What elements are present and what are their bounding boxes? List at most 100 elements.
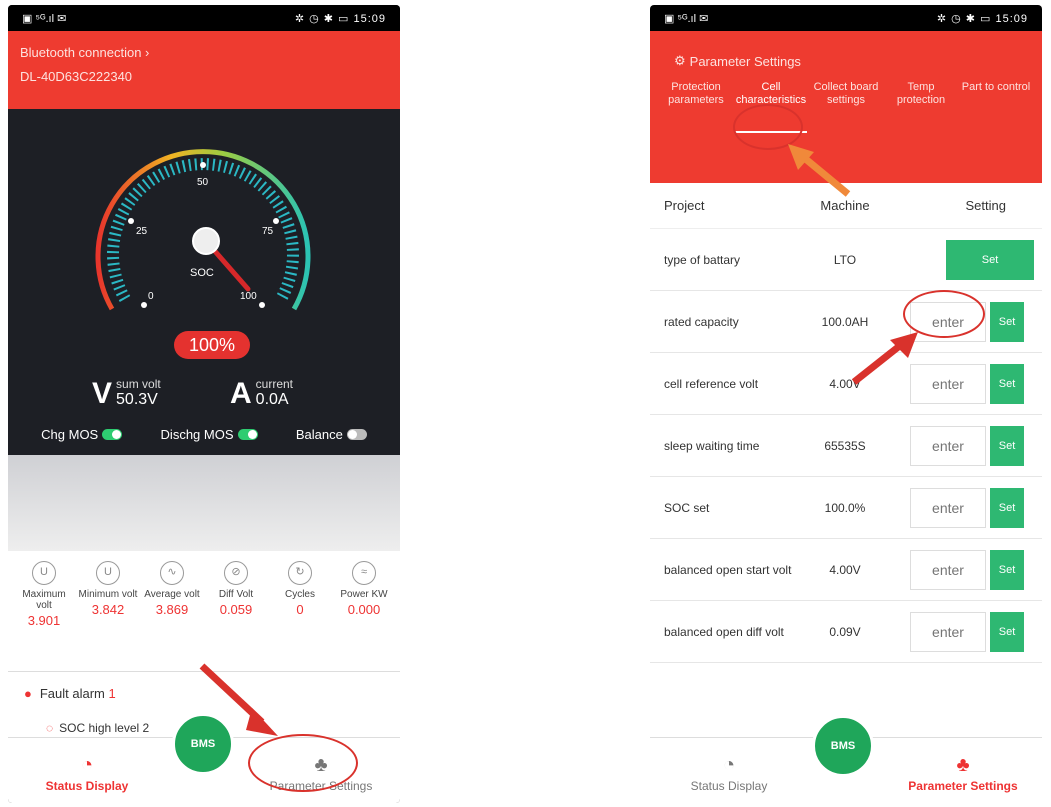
status-left: ▣ ⁵ᴳ.ıl ✉	[22, 12, 67, 25]
meter-value: 0.0A	[255, 391, 289, 408]
stat-label: Average volt	[144, 589, 200, 600]
status-display-icon: ◔	[722, 754, 736, 776]
stat-label: Cycles	[284, 589, 315, 600]
fault-count: 1	[108, 686, 116, 701]
row-project: type of battary	[664, 252, 741, 267]
tab-temp-protection[interactable]: Temp protection	[885, 81, 957, 133]
table-row: balanced open diff volt 0.09V Set	[650, 601, 1042, 663]
value-input[interactable]	[910, 487, 986, 528]
value-input[interactable]	[910, 425, 986, 466]
dischg-mos-toggle[interactable]	[237, 429, 258, 440]
chg-mos-toggle[interactable]	[102, 429, 123, 440]
meter-label: sum volt	[116, 377, 161, 391]
set-button[interactable]: Set	[990, 301, 1024, 342]
row-project: balanced open diff volt	[664, 624, 784, 639]
diff-icon: ⊘	[224, 561, 248, 585]
stat-max-volt: U Maximum volt 3.901	[14, 561, 74, 671]
balance-label: Balance	[295, 427, 343, 442]
gauge-center-label: SOC	[190, 267, 214, 279]
set-button[interactable]: Set	[990, 549, 1024, 590]
page-title: ⚙ Parameter Settings	[674, 53, 1032, 69]
tab-part-to-control[interactable]: Part to control	[960, 81, 1032, 133]
volt-icon: V	[92, 377, 113, 410]
stat-value: 0	[296, 602, 304, 617]
set-button[interactable]: Set	[990, 611, 1024, 652]
tab-collect-board-settings[interactable]: Collect board settings	[810, 81, 882, 133]
set-button[interactable]: Set	[990, 363, 1024, 404]
dischg-mos[interactable]: Dischg MOS	[161, 427, 258, 442]
balance[interactable]: Balance	[296, 427, 367, 442]
status-bar: ▣ ⁵ᴳ.ıl ✉ ✲ ◷ ✱ ▭ 15:09	[8, 5, 400, 31]
row-project: cell reference volt	[664, 376, 759, 391]
stat-label: Diff Volt	[218, 589, 254, 600]
set-button[interactable]: Set	[990, 425, 1024, 466]
parameter-settings-icon: ♣	[956, 754, 970, 776]
set-button[interactable]: Set	[990, 487, 1024, 528]
tick-label: 0	[148, 291, 154, 302]
meter-label: current	[255, 377, 294, 391]
nav-status-display[interactable]: ◔ Status Display	[32, 754, 142, 793]
current-icon: A	[230, 377, 252, 410]
stats-row: U Maximum volt 3.901 U Minimum volt 3.842 ∿ A…	[8, 551, 400, 671]
nav-label: Parameter Settings	[908, 779, 1018, 793]
wave-icon: ∿	[160, 561, 184, 585]
annotation-arrow-icon	[788, 144, 851, 197]
chg-mos-label: Chg MOS	[41, 427, 99, 442]
stat-value: 3.869	[155, 602, 189, 617]
row-project: SOC set	[664, 500, 710, 515]
row-project: sleep waiting time	[664, 438, 760, 453]
stat-cycles: ↻ Cycles 0	[270, 561, 330, 671]
nav-status-display[interactable]: ◔ Status Display	[674, 754, 784, 793]
cycle-icon: ↻	[288, 561, 312, 585]
stat-label: Power KW	[340, 589, 388, 600]
meter-value: 50.3V	[116, 391, 158, 408]
bms-logo[interactable]: BMS	[812, 715, 874, 777]
status-right: ✲ ◷ ✱ ▭ 15:09	[294, 12, 386, 25]
row-project: balanced open start volt	[664, 562, 792, 577]
col-setting: Setting	[965, 198, 1006, 213]
bluetooth-connection-link[interactable]: Bluetooth connection ›	[20, 41, 388, 65]
col-project: Project	[664, 198, 705, 213]
parameter-settings-screen: ▣ ⁵ᴳ.ıl ✉ ✲ ◷ ✱ ▭ 15:09 ⚙ Parameter Setti…	[650, 5, 1042, 803]
mos-row: Chg MOS Dischg MOS Balance	[8, 427, 400, 442]
row-machine: 4.00V	[829, 562, 861, 577]
status-right: ✲ ◷ ✱ ▭ 15:09	[936, 12, 1028, 25]
stat-label: Minimum volt	[78, 589, 138, 600]
volt-icon: U	[96, 561, 120, 585]
gear-icon: ⚙	[674, 53, 686, 68]
stat-power: ≈ Power KW 0.000	[334, 561, 394, 671]
row-machine: 100.0%	[824, 500, 866, 515]
set-button[interactable]: Set	[946, 239, 1034, 280]
stat-avg-volt: ∿ Average volt 3.869	[142, 561, 202, 671]
value-input[interactable]	[910, 611, 986, 652]
tick-label: 50	[197, 177, 209, 188]
bluetooth-header[interactable]: Bluetooth connection › DL-40D63C222340	[8, 31, 400, 109]
value-input[interactable]	[910, 549, 986, 590]
power-icon: ≈	[352, 561, 376, 585]
page-title-label: Parameter Settings	[689, 53, 801, 69]
nav-label: Status Display	[690, 779, 768, 793]
tab-protection-parameters[interactable]: Protection parameters	[660, 81, 732, 133]
row-machine: LTO	[833, 252, 857, 267]
stat-value: 0.000	[347, 602, 381, 617]
stat-label: Maximum volt	[22, 589, 66, 611]
annotation-circle	[248, 734, 358, 792]
tick-label: 75	[262, 226, 274, 237]
chg-mos[interactable]: Chg MOS	[41, 427, 123, 442]
nav-label: Status Display	[45, 779, 129, 793]
nav-parameter-settings[interactable]: ♣ Parameter Settings	[908, 754, 1018, 793]
status-bar: ▣ ⁵ᴳ.ıl ✉ ✲ ◷ ✱ ▭ 15:09	[650, 5, 1042, 31]
row-project: rated capacity	[664, 314, 739, 329]
status-left: ▣ ⁵ᴳ.ıl ✉	[664, 12, 709, 25]
wave-decoration	[8, 455, 400, 551]
fault-dot-icon: ●	[24, 686, 32, 701]
device-id: DL-40D63C222340	[20, 69, 133, 84]
table-row: SOC set 100.0% Set	[650, 477, 1042, 539]
stat-value: 0.059	[219, 602, 253, 617]
fault-item-label: SOC high level 2	[59, 721, 150, 735]
annotation-arrow-icon	[199, 663, 278, 736]
balance-toggle[interactable]	[346, 429, 367, 440]
stat-value: 3.842	[91, 602, 125, 617]
dashboard: 0 25 50 75 100 SOC 100% V sum volt 50.3V…	[8, 109, 400, 455]
row-machine: 65535S	[824, 438, 866, 453]
